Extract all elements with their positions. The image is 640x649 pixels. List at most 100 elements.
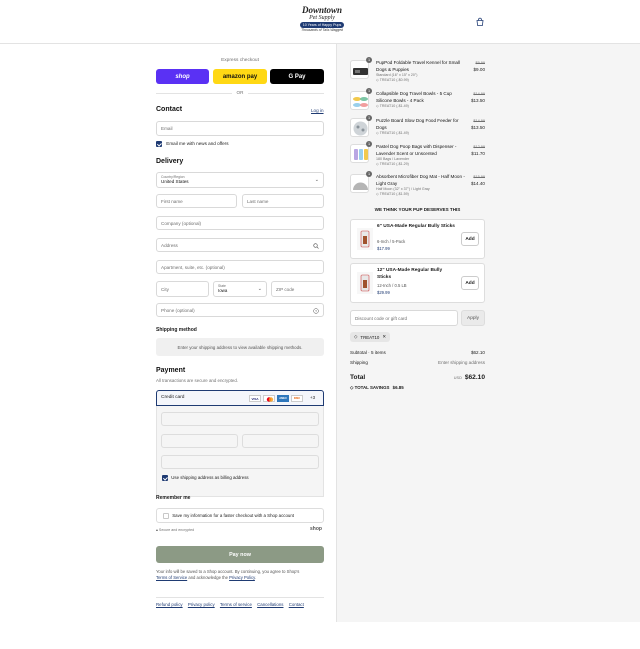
discount-code-input[interactable]: Discount code or gift card	[350, 310, 458, 326]
phone-placeholder: Phone (optional)	[161, 307, 195, 313]
shipping-notice: Enter your shipping address to view avai…	[156, 338, 324, 356]
upsell-heading: WE THINK YOUR PUP DESERVES THIS	[374, 207, 461, 212]
upsell-card: 6" USA-Made Regular Bully Sticks 6-Inch …	[350, 219, 485, 259]
terms-link[interactable]: Terms of Service	[156, 575, 187, 580]
state-select[interactable]: State Iowa ⌄	[213, 281, 267, 297]
address-input[interactable]: Address	[156, 238, 324, 252]
shop-pay-button[interactable]: shop	[156, 69, 209, 84]
secure-row: 🔒︎ Secure and encrypted	[156, 528, 194, 532]
first-name-input[interactable]: First name	[156, 194, 237, 208]
last-name-input[interactable]: Last name	[242, 194, 324, 208]
shop-brand-logo: shop	[310, 526, 322, 532]
close-icon[interactable]: ✕	[382, 334, 386, 340]
credit-card-label: Credit card	[161, 395, 185, 400]
poop-bags-thumbnail	[350, 144, 369, 163]
subtotal-label: Subtotal · 5 items	[350, 350, 386, 355]
billing-label: Use shipping address as billing address	[171, 475, 249, 481]
billing-checkbox[interactable]	[162, 475, 168, 481]
item-price: $15.99 $14.40	[471, 174, 485, 187]
or-label: OR	[232, 90, 248, 95]
secure-label: Secure and encrypted	[158, 528, 195, 532]
terms-of-service-link[interactable]: Terms of service	[220, 602, 252, 607]
lock-icon: 🔒︎	[156, 528, 158, 532]
new-price: $13.50	[470, 124, 485, 130]
pay-now-button[interactable]: Pay now	[156, 546, 324, 563]
address-placeholder: Address	[161, 242, 178, 248]
billing-checkbox-row[interactable]: Use shipping address as billing address	[162, 475, 249, 481]
chevron-down-icon: ⌄	[314, 177, 319, 183]
discount-tag: ◇ TREAT10 (-$0.99)	[376, 77, 409, 82]
chevron-down-icon: ⌄	[257, 286, 262, 292]
item-price: $12.99 $11.70	[471, 144, 485, 157]
apartment-input[interactable]: Apartment, suite, etc. (optional)	[156, 260, 324, 274]
subtotal-row: Subtotal · 5 items $62.10	[350, 350, 485, 355]
total-label: Total	[350, 374, 366, 381]
shipping-value: Enter shipping address	[438, 360, 485, 365]
card-details-panel: Use shipping address as billing address	[156, 406, 324, 497]
upsell-card: 12" USA-Made Regular Bully Sticks 12-Inc…	[350, 263, 485, 303]
legal-text: Your info will be saved to a Shop accoun…	[156, 569, 300, 580]
cancellations-link[interactable]: Cancellations	[257, 602, 283, 607]
card-number-field[interactable]	[161, 412, 319, 426]
contact-heading: Contact	[156, 106, 183, 113]
store-logo[interactable]: Downtown Pet Supply 10 Years of Happy Pu…	[296, 6, 348, 32]
upsell-variant: 12-Inch / 0.5 LB	[377, 283, 407, 288]
legal-prefix: Your info will be saved to a Shop accoun…	[156, 569, 300, 574]
remember-heading: Remember me	[156, 495, 191, 501]
amazon-pay-button[interactable]: amazon pay	[213, 69, 267, 84]
remember-option[interactable]: Save my information for a faster checkou…	[156, 508, 324, 523]
legal-middle: and acknowledge the	[188, 575, 228, 580]
card-name-field[interactable]	[161, 455, 319, 469]
card-expiry-field[interactable]	[161, 434, 238, 448]
express-checkout-title: Express checkout	[221, 58, 259, 63]
login-link[interactable]: Log in	[311, 108, 324, 113]
old-price: $12.99	[473, 145, 485, 149]
zip-input[interactable]: ZIP code	[271, 281, 324, 297]
old-price: $14.99	[473, 92, 485, 96]
order-summary: 1 PupPod Foldable Travel Kennel for Smal…	[336, 44, 640, 622]
bully-stick-thumbnail	[357, 272, 373, 294]
contact-link[interactable]: Contact	[289, 602, 304, 607]
privacy-policy-link[interactable]: Privacy policy	[188, 602, 215, 607]
email-input[interactable]: Email	[156, 121, 324, 136]
refund-policy-link[interactable]: Refund policy	[156, 602, 183, 607]
remember-checkbox[interactable]	[163, 513, 169, 519]
bully-stick-thumbnail	[357, 228, 373, 250]
search-icon	[313, 243, 319, 249]
tag-icon: ◇	[350, 385, 354, 390]
payment-subtitle: All transactions are secure and encrypte…	[156, 378, 239, 383]
item-name: Pastel Dog Poop Bags with Dispenser - La…	[376, 144, 466, 167]
add-upsell-button[interactable]: Add	[461, 276, 479, 290]
new-price: $11.70	[471, 150, 485, 156]
new-price: $14.40	[470, 180, 485, 186]
google-pay-button[interactable]: G Pay	[270, 69, 324, 84]
discount-tag-text: TREAT10 (-$1.49)	[379, 104, 409, 108]
checkout-form: Express checkout shop amazon pay G Pay O…	[0, 44, 336, 649]
news-checkbox[interactable]	[156, 141, 162, 147]
item-price: $14.99 $13.50	[471, 91, 485, 104]
credit-card-option[interactable]: Credit card VISA AMEX DISC +3	[156, 390, 324, 406]
news-checkbox-row[interactable]: Email me with news and offers	[156, 141, 229, 147]
total-value: $62.10	[464, 374, 485, 381]
item-title: Puzzle Board Slow Dog Food Feeder for Do…	[376, 118, 459, 130]
old-price: $14.99	[473, 119, 485, 123]
phone-input[interactable]: Phone (optional) ?	[156, 303, 324, 317]
add-upsell-button[interactable]: Add	[461, 232, 479, 246]
privacy-link[interactable]: Privacy Policy	[229, 575, 255, 580]
quantity-badge: 1	[366, 57, 372, 63]
old-price: $9.99	[475, 61, 485, 65]
kennel-thumbnail	[350, 60, 369, 79]
city-input[interactable]: City	[156, 281, 209, 297]
country-select[interactable]: Country/Region United States ⌄	[156, 172, 324, 188]
company-input[interactable]: Company (optional)	[156, 216, 324, 230]
card-cvc-field[interactable]	[242, 434, 319, 448]
apply-button[interactable]: Apply	[461, 310, 485, 326]
mastercard-icon	[263, 395, 275, 402]
new-price: $9.00	[473, 66, 486, 72]
discount-tag-text: TREAT10 (-$0.99)	[379, 77, 409, 82]
shopping-bag-icon[interactable]	[475, 17, 485, 27]
savings-row: ◇ TOTAL SAVINGS $6.85	[350, 385, 404, 391]
shipping-label: Shipping	[350, 360, 368, 365]
logo-line2: Pet Supply	[309, 15, 335, 21]
help-icon[interactable]: ?	[313, 307, 319, 314]
